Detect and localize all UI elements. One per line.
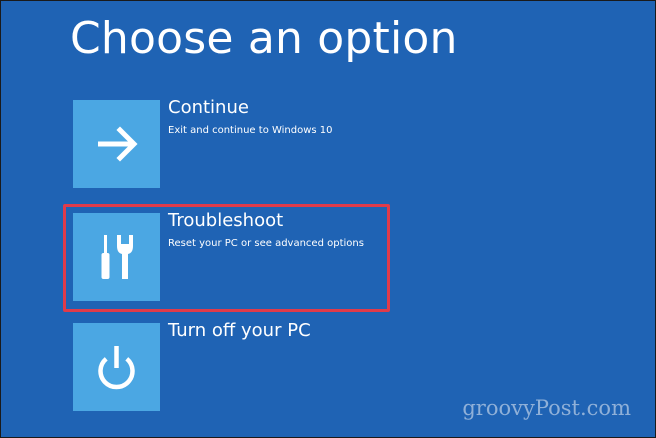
troubleshoot-option[interactable]: Troubleshoot Reset your PC or see advanc…: [73, 210, 553, 301]
arrow-right-icon: [98, 126, 138, 162]
tools-icon: [101, 235, 133, 279]
troubleshoot-tile[interactable]: [73, 213, 160, 301]
continue-option[interactable]: Continue Exit and continue to Windows 10: [73, 97, 553, 188]
troubleshoot-title: Troubleshoot: [168, 210, 284, 231]
continue-description: Exit and continue to Windows 10: [168, 125, 333, 136]
continue-tile[interactable]: [73, 100, 160, 188]
recovery-screen: Choose an option Continue Exit and conti…: [0, 0, 656, 438]
watermark: groovyPost.com: [462, 396, 631, 420]
troubleshoot-description: Reset your PC or see advanced options: [168, 238, 364, 249]
power-icon: [98, 346, 135, 390]
page-title: Choose an option: [70, 13, 458, 64]
turn-off-title: Turn off your PC: [168, 320, 311, 341]
turn-off-tile[interactable]: [73, 323, 160, 411]
continue-title: Continue: [168, 97, 249, 118]
